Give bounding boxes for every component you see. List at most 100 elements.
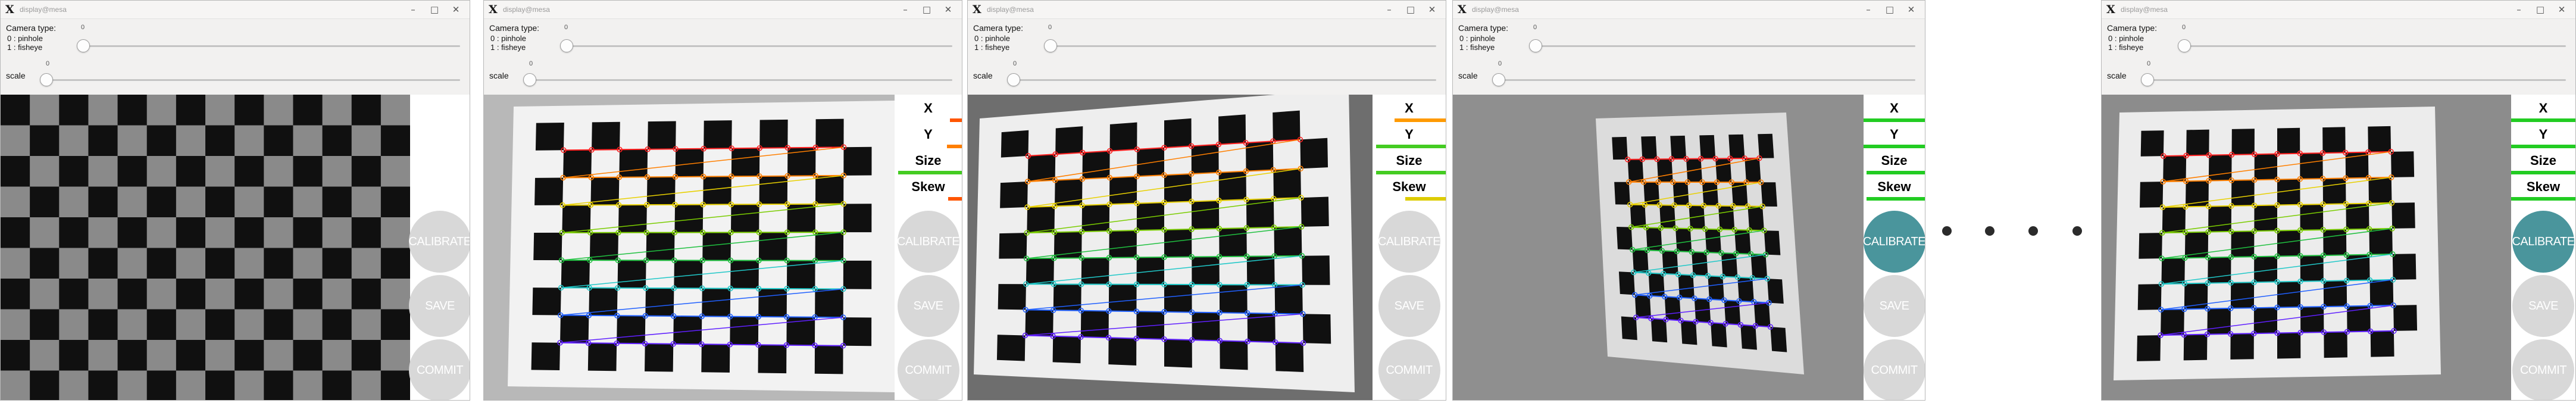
calibrate-button[interactable]: CALIBRATE	[1378, 211, 1441, 273]
scale-slider-thumb[interactable]	[40, 73, 53, 86]
board-square	[2300, 307, 2324, 333]
save-button[interactable]: SAVE	[409, 275, 470, 337]
maximize-icon[interactable]: □	[920, 3, 933, 16]
title-bar[interactable]: Xdisplay@mesa – □ ✕	[968, 1, 1446, 19]
title-bar[interactable]: Xdisplay@mesa – □ ✕	[1453, 1, 1925, 19]
close-icon[interactable]: ✕	[449, 3, 462, 16]
commit-button[interactable]: COMMIT	[1378, 339, 1440, 400]
minimize-icon[interactable]: –	[2512, 3, 2525, 16]
scale-label: scale	[2107, 71, 2127, 80]
save-button[interactable]: SAVE	[897, 275, 959, 337]
scale-slider[interactable]	[527, 79, 952, 81]
scale-label: scale	[6, 71, 26, 80]
minimize-icon[interactable]: –	[1383, 3, 1396, 16]
calibrate-button[interactable]: CALIBRATE	[2512, 211, 2575, 273]
board-square	[1678, 274, 1695, 299]
board-square	[702, 288, 731, 317]
scale-slider-thumb[interactable]	[523, 73, 536, 86]
board-square	[205, 125, 235, 156]
board-square	[322, 370, 352, 400]
title-bar[interactable]: Xdisplay@mesa – □ ✕	[1, 1, 470, 19]
scale-label: scale	[1458, 71, 1478, 80]
board-square	[351, 279, 381, 310]
board-square	[1001, 130, 1029, 158]
board-square	[815, 175, 844, 204]
board-square	[1672, 182, 1689, 206]
camera-type-slider-thumb[interactable]	[560, 39, 573, 52]
camera-type-slider-thumb[interactable]	[1529, 39, 1542, 52]
scale-slider-thumb[interactable]	[1492, 73, 1505, 86]
save-button[interactable]: SAVE	[1378, 275, 1440, 337]
camera-type-slider[interactable]	[562, 45, 952, 47]
board-square	[1080, 310, 1109, 338]
calibration-sidebar: X Y Size Skew CALIBRATE SAVE COMMIT	[2511, 95, 2575, 400]
commit-button[interactable]: COMMIT	[1863, 339, 1925, 400]
camera-type-value: 0	[2182, 24, 2186, 31]
board-square	[88, 186, 118, 217]
camera-type-option: 1 : fisheye	[7, 43, 43, 52]
close-icon[interactable]: ✕	[1425, 3, 1439, 16]
board-square	[59, 95, 89, 126]
scale-slider[interactable]	[1011, 79, 1436, 81]
commit-button[interactable]: COMMIT	[409, 339, 470, 400]
board-square	[1136, 202, 1164, 231]
minimize-icon[interactable]: –	[1862, 3, 1875, 16]
title-bar[interactable]: Xdisplay@mesa – □ ✕	[484, 1, 962, 19]
board-square	[731, 148, 760, 177]
close-icon[interactable]: ✕	[942, 3, 955, 16]
board-square	[30, 370, 60, 400]
save-button[interactable]: SAVE	[2512, 275, 2574, 337]
board-square	[2323, 280, 2347, 307]
board-square	[1630, 204, 1646, 228]
maximize-icon[interactable]: □	[428, 3, 441, 16]
board-square	[1273, 110, 1300, 142]
camera-type-slider[interactable]	[1531, 45, 1915, 47]
board-square	[30, 248, 60, 279]
board-square	[843, 260, 872, 289]
save-button[interactable]: SAVE	[1863, 275, 1925, 337]
commit-button[interactable]: COMMIT	[897, 339, 959, 400]
metric-label: X	[924, 101, 933, 115]
camera-type-slider-thumb[interactable]	[77, 39, 90, 52]
camera-type-slider-thumb[interactable]	[2178, 39, 2191, 52]
calibrate-button[interactable]: CALIBRATE	[897, 211, 960, 273]
board-square	[1, 156, 30, 187]
x-logo-icon: X	[5, 3, 14, 16]
board-square	[1711, 323, 1727, 348]
board-square	[1025, 310, 1053, 336]
camera-type-slider[interactable]	[79, 45, 460, 47]
metric-label: X	[2539, 101, 2548, 115]
x-logo-icon: X	[2106, 3, 2115, 16]
board-square	[1662, 251, 1678, 275]
calibrate-button[interactable]: CALIBRATE	[408, 211, 470, 273]
board-square	[1728, 134, 1745, 159]
title-bar[interactable]: Xdisplay@mesa – □ ✕	[2102, 1, 2575, 19]
maximize-icon[interactable]: □	[1883, 3, 1896, 16]
camera-type-slider-thumb[interactable]	[1044, 39, 1057, 52]
close-icon[interactable]: ✕	[1905, 3, 1918, 16]
calibration-window-5: Xdisplay@mesa – □ ✕ Camera type: 0 : pinhole 1…	[2101, 0, 2576, 401]
scale-slider[interactable]	[43, 79, 460, 81]
maximize-icon[interactable]: □	[2534, 3, 2547, 16]
scale-value: 0	[1013, 60, 1017, 67]
scale-slider[interactable]	[1496, 79, 1915, 81]
maximize-icon[interactable]: □	[1404, 3, 1417, 16]
scale-slider[interactable]	[2144, 79, 2566, 81]
scale-slider-thumb[interactable]	[2141, 73, 2154, 86]
camera-type-slider[interactable]	[1046, 45, 1436, 47]
board-square	[1724, 300, 1741, 325]
calibrate-button[interactable]: CALIBRATE	[1863, 211, 1925, 273]
minimize-icon[interactable]: –	[407, 3, 420, 16]
window-title: display@mesa	[987, 5, 1034, 14]
camera-type-value: 0	[1533, 24, 1537, 31]
close-icon[interactable]: ✕	[2555, 3, 2568, 16]
board-square	[1164, 173, 1192, 203]
metric-label: X	[1405, 101, 1414, 115]
metric-progress-bar	[2511, 118, 2575, 122]
board-square	[2161, 309, 2184, 336]
camera-type-slider[interactable]	[2180, 45, 2566, 47]
scale-slider-thumb[interactable]	[1007, 73, 1020, 86]
metric-skew: Skew	[2511, 178, 2575, 204]
commit-button[interactable]: COMMIT	[2512, 339, 2574, 400]
minimize-icon[interactable]: –	[899, 3, 912, 16]
